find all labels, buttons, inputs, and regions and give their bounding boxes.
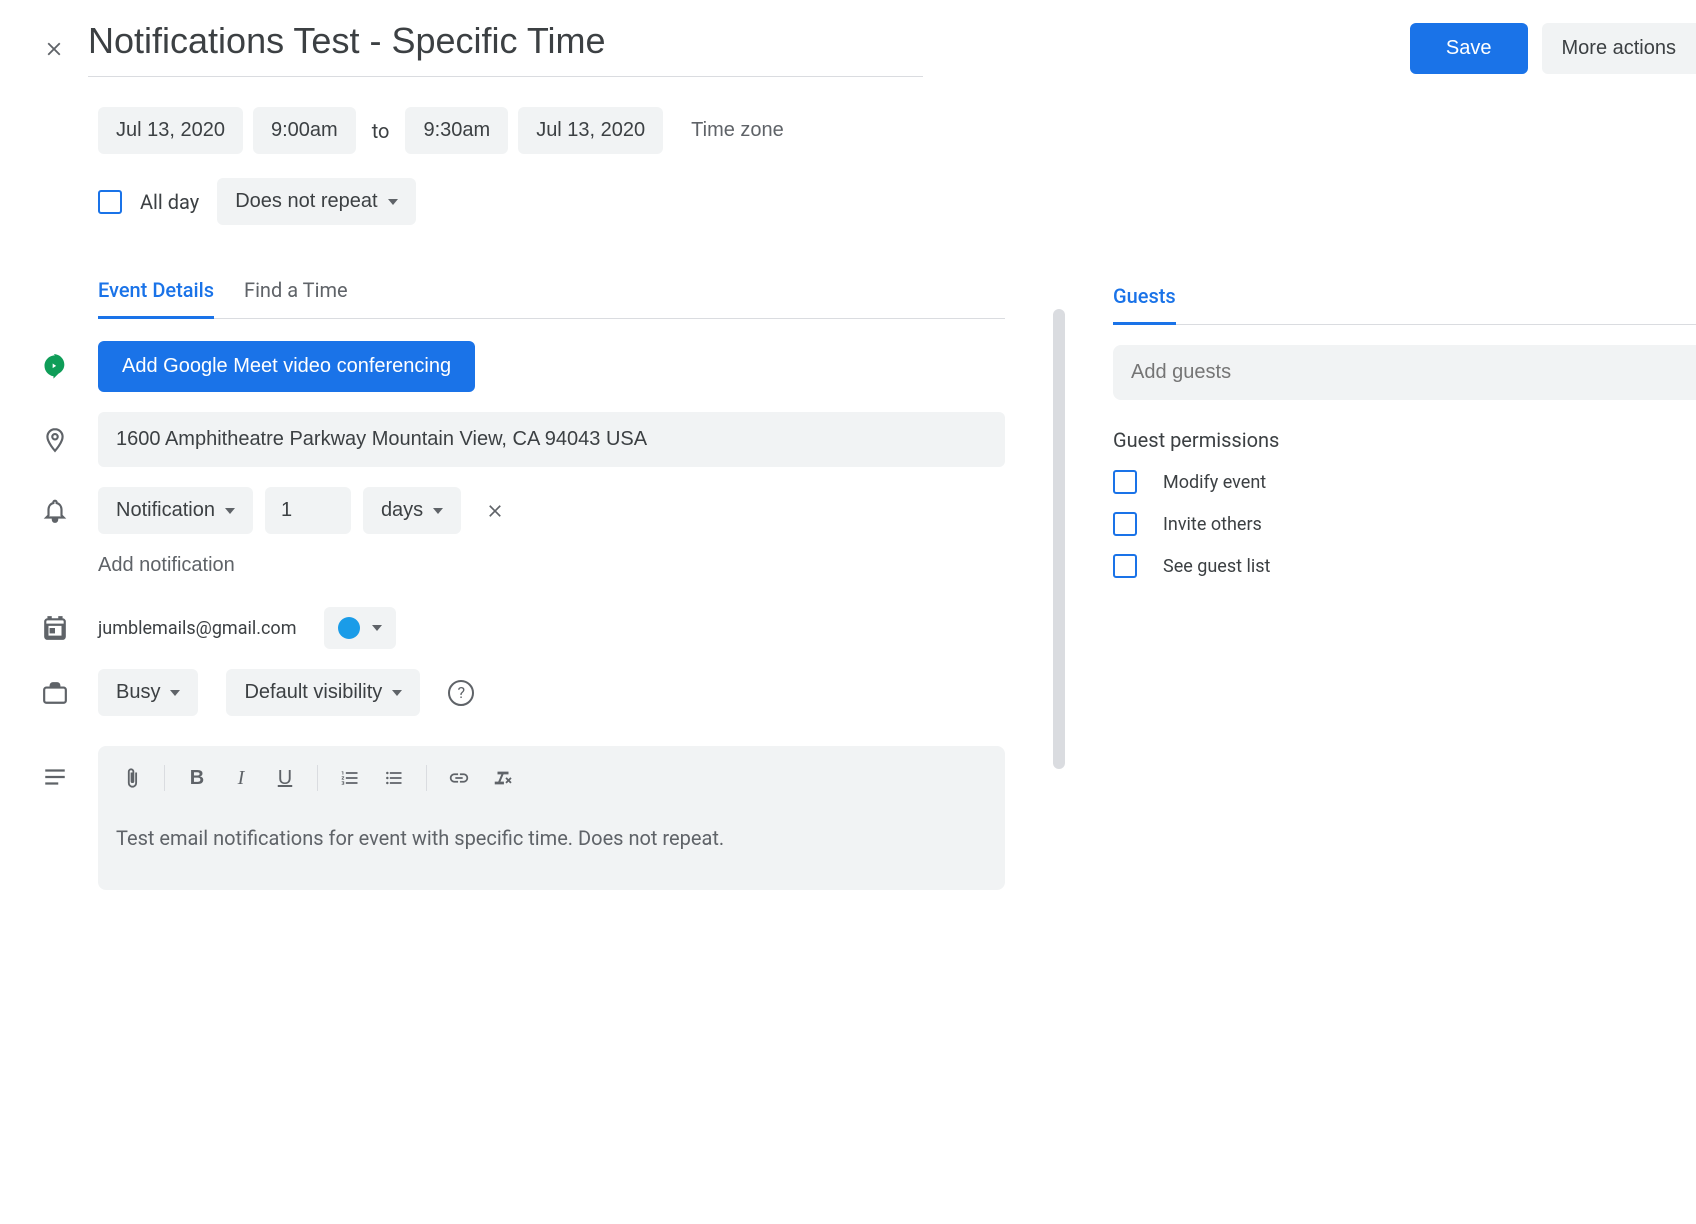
description-editor[interactable]: Test email notifications for event with … <box>98 810 1005 890</box>
italic-icon[interactable]: I <box>223 760 259 796</box>
color-swatch <box>338 617 360 639</box>
event-title-input[interactable] <box>88 20 923 77</box>
notification-type-label: Notification <box>116 499 215 522</box>
notification-type-dropdown[interactable]: Notification <box>98 487 253 534</box>
hangouts-icon <box>40 353 70 381</box>
repeat-dropdown[interactable]: Does not repeat <box>217 178 415 225</box>
scrollbar[interactable] <box>1053 269 1065 910</box>
bold-icon[interactable]: B <box>179 760 215 796</box>
calendar-icon <box>40 615 70 641</box>
chevron-down-icon <box>170 690 180 696</box>
start-time-picker[interactable]: 9:00am <box>253 107 356 154</box>
attach-icon[interactable] <box>114 760 150 796</box>
calendar-email: jumblemails@gmail.com <box>98 618 296 639</box>
modify-event-label: Modify event <box>1163 472 1266 493</box>
repeat-label: Does not repeat <box>235 190 377 213</box>
more-actions-button[interactable]: More actions <box>1542 23 1696 74</box>
chevron-down-icon <box>225 508 235 514</box>
underline-icon[interactable]: U <box>267 760 303 796</box>
editor-toolbar: B I U <box>98 746 1005 810</box>
chevron-down-icon <box>433 508 443 514</box>
guest-permissions-heading: Guest permissions <box>1113 428 1696 452</box>
location-icon <box>40 427 70 453</box>
add-notification-button[interactable]: Add notification <box>98 554 235 577</box>
chevron-down-icon <box>392 690 402 696</box>
visibility-label: Default visibility <box>244 681 382 704</box>
help-icon[interactable]: ? <box>448 680 474 706</box>
briefcase-icon <box>40 680 70 706</box>
see-guest-list-checkbox[interactable] <box>1113 554 1137 578</box>
end-date-picker[interactable]: Jul 13, 2020 <box>518 107 663 154</box>
notification-value-input[interactable] <box>265 487 351 534</box>
tab-event-details[interactable]: Event Details <box>98 270 214 319</box>
save-button[interactable]: Save <box>1410 23 1528 74</box>
remove-notification-button[interactable] <box>473 495 517 527</box>
invite-others-checkbox[interactable] <box>1113 512 1137 536</box>
notification-unit-dropdown[interactable]: days <box>363 487 461 534</box>
busy-dropdown[interactable]: Busy <box>98 669 198 716</box>
busy-label: Busy <box>116 681 160 704</box>
chevron-down-icon <box>388 199 398 205</box>
to-label: to <box>366 119 396 143</box>
all-day-label: All day <box>140 190 199 214</box>
link-icon[interactable] <box>441 760 477 796</box>
add-meet-button[interactable]: Add Google Meet video conferencing <box>98 341 475 392</box>
all-day-checkbox[interactable] <box>98 190 122 214</box>
bullet-list-icon[interactable] <box>376 760 412 796</box>
end-time-picker[interactable]: 9:30am <box>405 107 508 154</box>
see-guest-list-label: See guest list <box>1163 556 1270 577</box>
clear-format-icon[interactable] <box>485 760 521 796</box>
bell-icon <box>40 498 70 524</box>
start-date-picker[interactable]: Jul 13, 2020 <box>98 107 243 154</box>
chevron-down-icon <box>372 625 382 631</box>
invite-others-label: Invite others <box>1163 514 1262 535</box>
calendar-color-dropdown[interactable] <box>324 607 396 649</box>
timezone-button[interactable]: Time zone <box>673 107 802 154</box>
notification-unit-label: days <box>381 499 423 522</box>
numbered-list-icon[interactable] <box>332 760 368 796</box>
visibility-dropdown[interactable]: Default visibility <box>226 669 420 716</box>
tab-find-a-time[interactable]: Find a Time <box>244 270 348 319</box>
description-icon <box>40 746 70 790</box>
close-icon[interactable] <box>40 35 68 63</box>
add-guests-input[interactable] <box>1113 345 1696 400</box>
modify-event-checkbox[interactable] <box>1113 470 1137 494</box>
tab-guests[interactable]: Guests <box>1113 276 1176 325</box>
location-input[interactable] <box>98 412 1005 467</box>
